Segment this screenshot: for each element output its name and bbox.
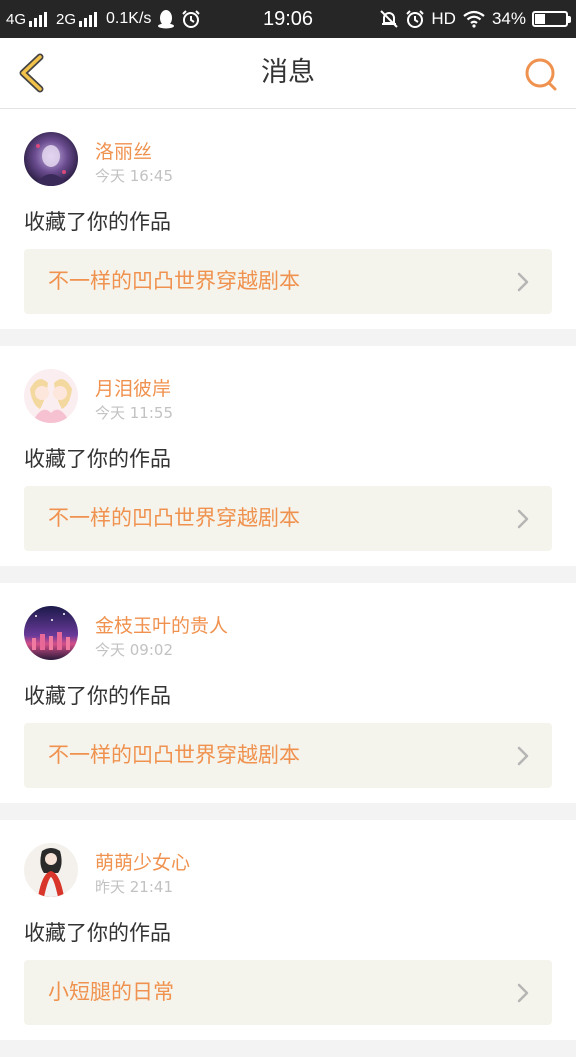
work-title: 小短腿的日常 (48, 980, 174, 1004)
message-action: 收藏了你的作品 (24, 210, 171, 234)
message-time: 今天 11:55 (95, 404, 173, 422)
avatar[interactable] (24, 606, 78, 660)
hd-label: HD (431, 9, 456, 28)
message-time: 今天 16:45 (95, 167, 173, 185)
username[interactable]: 金枝玉叶的贵人 (95, 611, 228, 638)
message-time: 今天 09:02 (95, 641, 173, 659)
message-card: 萌萌少女心 昨天 21:41 收藏了你的作品 小短腿的日常 (0, 820, 576, 1040)
alarm-icon (406, 10, 425, 28)
message-card: 月泪彼岸 今天 11:55 收藏了你的作品 不一样的凹凸世界穿越剧本 (0, 346, 576, 566)
mute-bell-icon (380, 10, 399, 28)
work-title: 不一样的凹凸世界穿越剧本 (48, 269, 300, 293)
avatar[interactable] (24, 132, 78, 186)
work-link[interactable]: 不一样的凹凸世界穿越剧本 (24, 249, 552, 314)
page-title: 消息 (261, 57, 315, 88)
avatar[interactable] (24, 843, 78, 897)
work-link[interactable]: 小短腿的日常 (24, 960, 552, 1025)
wifi-icon (463, 10, 485, 28)
message-time: 昨天 21:41 (95, 878, 173, 896)
username[interactable]: 萌萌少女心 (95, 848, 190, 875)
message-action: 收藏了你的作品 (24, 684, 171, 708)
username[interactable]: 洛丽丝 (95, 137, 152, 164)
message-action: 收藏了你的作品 (24, 921, 171, 945)
status-bar: 4G 2G 0.1K/s 19:06 HD 34% (0, 0, 576, 38)
battery-icon (532, 11, 571, 27)
chevron-right-icon (517, 746, 529, 766)
chevron-right-icon (517, 983, 529, 1003)
status-right: HD 34% (379, 0, 571, 38)
work-title: 不一样的凹凸世界穿越剧本 (48, 743, 300, 767)
search-icon[interactable] (518, 52, 562, 96)
battery-percent: 34% (491, 9, 526, 28)
message-card: 洛丽丝 今天 16:45 收藏了你的作品 不一样的凹凸世界穿越剧本 (0, 109, 576, 329)
chevron-right-icon (517, 272, 529, 292)
battery-fill (535, 14, 545, 24)
message-card: 金枝玉叶的贵人 今天 09:02 收藏了你的作品 不一样的凹凸世界穿越剧本 (0, 583, 576, 803)
chevron-right-icon (517, 509, 529, 529)
work-title: 不一样的凹凸世界穿越剧本 (48, 506, 300, 530)
app-header: 消息 (0, 38, 576, 109)
work-link[interactable]: 不一样的凹凸世界穿越剧本 (24, 723, 552, 788)
message-action: 收藏了你的作品 (24, 447, 171, 471)
avatar[interactable] (24, 369, 78, 423)
message-list: 洛丽丝 今天 16:45 收藏了你的作品 不一样的凹凸世界穿越剧本 月泪彼岸 今… (0, 109, 576, 1057)
work-link[interactable]: 不一样的凹凸世界穿越剧本 (24, 486, 552, 551)
username[interactable]: 月泪彼岸 (95, 374, 171, 401)
